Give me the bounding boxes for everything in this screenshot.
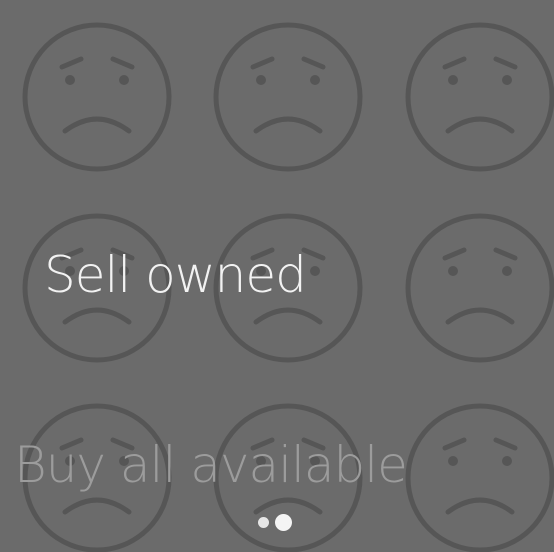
sad-face-icon bbox=[405, 22, 554, 172]
sad-face-icon bbox=[405, 213, 554, 363]
sad-face-icon bbox=[405, 403, 554, 552]
page-indicator bbox=[258, 514, 292, 531]
sad-face-icon bbox=[22, 22, 172, 172]
buy-all-available-option[interactable]: Buy all available bbox=[14, 436, 408, 494]
page-dot-2-current bbox=[275, 514, 292, 531]
sell-owned-option[interactable]: Sell owned bbox=[44, 246, 307, 304]
page-dot-1 bbox=[258, 517, 269, 528]
sad-face-icon bbox=[213, 22, 363, 172]
